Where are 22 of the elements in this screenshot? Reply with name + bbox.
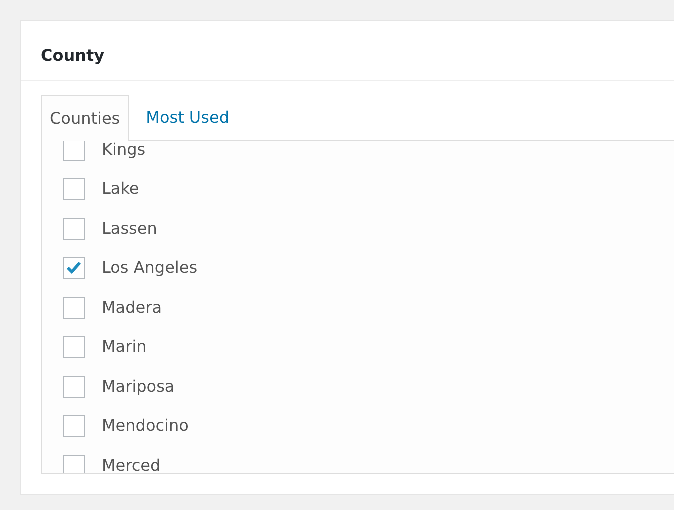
checkbox[interactable] [63, 336, 85, 358]
checkbox-label: Lake [102, 178, 140, 200]
checkbox-label: Kings [102, 141, 146, 161]
checkbox[interactable] [63, 257, 85, 280]
checkbox[interactable] [63, 415, 85, 438]
checkbox[interactable] [63, 178, 85, 200]
tab[interactable]: Most Used [129, 95, 246, 141]
checkbox[interactable] [63, 141, 85, 161]
checkbox-label: Madera [102, 296, 162, 319]
panel-title: County [41, 44, 105, 66]
checkbox-label: Mendocino [102, 415, 189, 438]
checkbox-label: Los Angeles [102, 257, 198, 280]
checkbox[interactable] [63, 218, 85, 240]
checkbox-label: Lassen [102, 218, 158, 240]
checkbox-label: Marin [102, 336, 147, 358]
checkbox[interactable] [63, 296, 85, 319]
checkbox-label: Merced [102, 454, 161, 473]
checkbox[interactable] [63, 376, 85, 398]
checkbox[interactable] [63, 454, 85, 473]
checkmark-icon [66, 261, 82, 276]
tab[interactable]: Counties [41, 95, 130, 141]
checkbox-label: Mariposa [102, 376, 175, 398]
